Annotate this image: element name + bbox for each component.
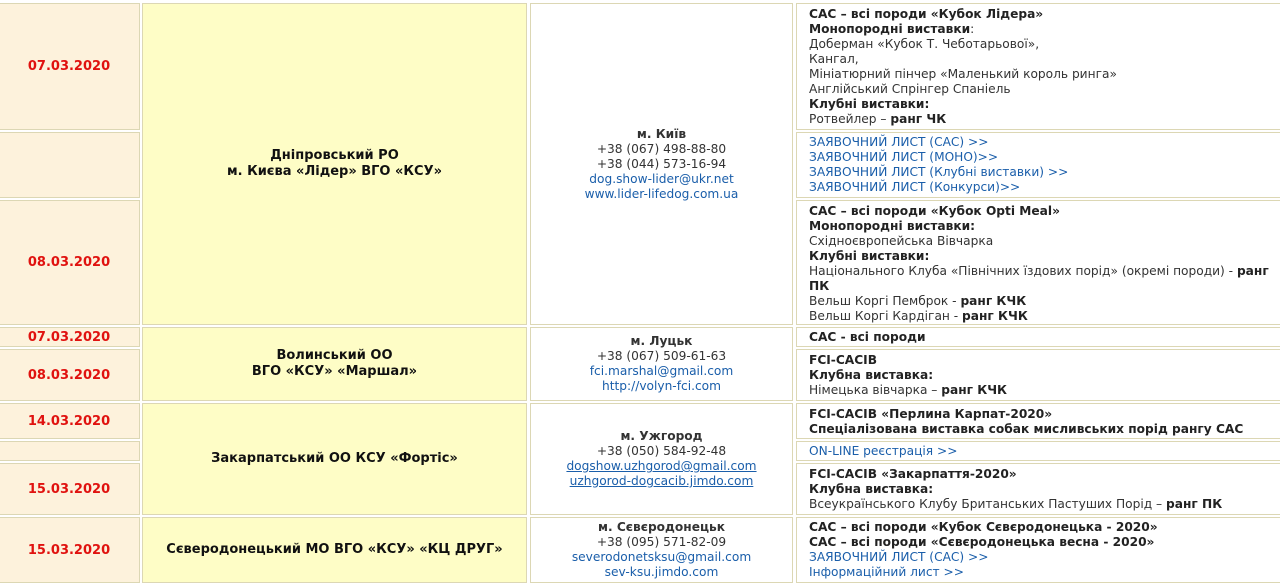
show-title: САС – всі породи «Кубок Лідера»: [809, 7, 1044, 21]
section-heading: Клубні виставки:: [809, 97, 930, 111]
show-title: САС – всі породи «Кубок Сєвєродонецька -…: [809, 520, 1158, 534]
organizer-name: Закарпатський ОО КСУ «Фортіс»: [211, 451, 458, 466]
breed-line: Мініатюрний пінчер «Маленький король рин…: [809, 67, 1117, 81]
contact-cell: м. Київ +38 (067) 498-88-80 +38 (044) 57…: [530, 3, 793, 325]
show-subtitle: Спеціалізована виставка собак мисливськи…: [809, 422, 1244, 436]
organizer-name: Дніпровський РО: [270, 148, 399, 163]
website-link[interactable]: uzhgorod-dogcacib.jimdo.com: [570, 474, 754, 489]
contact-cell: м. Луцьк +38 (067) 509-61-63 fci.marshal…: [530, 327, 793, 401]
city-name: м. Ужгород: [620, 429, 703, 443]
section-heading: Монопородні виставки:: [809, 219, 976, 233]
rank-label: ПК: [809, 279, 830, 293]
date-label: 07.03.2020: [27, 329, 111, 345]
date-label: 08.03.2020: [27, 255, 111, 270]
rank-label: ранг: [1236, 264, 1269, 278]
organizer-cell: Волинський ОО ВГО «КСУ» «Маршал»: [142, 327, 527, 401]
rank-label: ранг КЧК: [960, 294, 1027, 308]
email-link[interactable]: dogshow.uzhgorod@gmail.com: [566, 459, 756, 474]
show-info-cell: FCI-CACIB «Закарпаття-2020» Клубна виста…: [796, 463, 1280, 515]
organizer-cell: Сєверодонецький МО ВГО «КСУ» «КЦ ДРУГ»: [142, 517, 527, 583]
date-cell: 14.03.2020: [0, 403, 140, 439]
online-registration-link[interactable]: ON-LINE реєстрація >>: [809, 444, 1280, 459]
breed-text: Вельш Коргі Пемброк -: [809, 294, 961, 308]
section-heading: Клубна виставка:: [809, 368, 934, 382]
website-link[interactable]: http://volyn-fci.com: [602, 379, 721, 394]
date-cell: 08.03.2020: [0, 200, 140, 325]
city-name: м. Луцьк: [630, 334, 693, 348]
info-letter-link[interactable]: Інформаційний лист >>: [809, 565, 1280, 580]
organizer-name: ВГО «КСУ» «Маршал»: [251, 364, 418, 379]
show-info-cell: САС – всі породи «Кубок Opti Meal» Моноп…: [796, 200, 1280, 325]
application-link-mono[interactable]: ЗАЯВОЧНИЙ ЛИСТ (МОНО)>>: [809, 150, 1280, 165]
breed-line: Східноєвропейська Вівчарка: [809, 234, 994, 248]
breed-text: Всеукраїнського Клубу Британських Пастуш…: [809, 497, 1167, 511]
show-title: САС - всі породи: [809, 330, 926, 344]
application-link-cac[interactable]: ЗАЯВОЧНИЙ ЛИСТ (САС) >>: [809, 550, 1280, 565]
date-label: 08.03.2020: [27, 367, 111, 383]
website-link[interactable]: sev-ksu.jimdo.com: [605, 565, 719, 580]
show-title: САС – всі породи «Кубок Opti Meal»: [809, 204, 1060, 218]
contact-cell: м. Сєвєродонецьк +38 (095) 571-82-09 sev…: [530, 517, 793, 583]
show-info-cell: FCI-CACIB Клубна виставка: Німецька вівч…: [796, 349, 1280, 401]
website-link[interactable]: www.lider-lifedog.com.ua: [585, 187, 739, 202]
application-link-club[interactable]: ЗАЯВОЧНИЙ ЛИСТ (Клубні виставки) >>: [809, 165, 1280, 180]
rank-label: ранг ПК: [1166, 497, 1223, 511]
breed-text: Німецька вівчарка –: [809, 383, 942, 397]
date-cell: 07.03.2020: [0, 327, 140, 347]
phone-number: +38 (044) 573-16-94: [596, 156, 727, 171]
application-links-cell: ЗАЯВОЧНИЙ ЛИСТ (САС) >> ЗАЯВОЧНИЙ ЛИСТ (…: [796, 132, 1280, 198]
date-label: 15.03.2020: [27, 542, 111, 558]
section-heading: Клубна виставка:: [809, 482, 934, 496]
show-title: FCI-CACIB «Перлина Карпат-2020»: [809, 407, 1053, 421]
breed-text: Вельш Коргі Кардіган -: [809, 309, 963, 323]
email-link[interactable]: fci.marshal@gmail.com: [590, 364, 733, 379]
phone-number: +38 (050) 584-92-48: [596, 444, 727, 458]
application-link-cac[interactable]: ЗАЯВОЧНИЙ ЛИСТ (САС) >>: [809, 135, 1280, 150]
city-name: м. Сєвєродонецьк: [598, 520, 725, 534]
date-cell-empty: [0, 132, 140, 198]
show-title: САС – всі породи «Сєвєродонецька весна -…: [809, 535, 1155, 549]
phone-number: +38 (095) 571-82-09: [596, 535, 727, 549]
colon: :: [970, 22, 975, 36]
date-label: 07.03.2020: [27, 59, 111, 74]
section-heading: Монопородні виставки: [809, 22, 971, 36]
rank-label: ранг КЧК: [962, 309, 1028, 323]
show-info-cell: FCI-CACIB «Перлина Карпат-2020» Спеціалі…: [796, 403, 1280, 439]
application-link-contests[interactable]: ЗАЯВОЧНИЙ ЛИСТ (Конкурси)>>: [809, 180, 1280, 195]
organizer-cell: Закарпатський ОО КСУ «Фортіс»: [142, 403, 527, 515]
breed-line: Доберман «Кубок Т. Чеботарьової»,: [809, 37, 1040, 51]
date-cell: 15.03.2020: [0, 463, 140, 515]
phone-number: +38 (067) 509-61-63: [596, 349, 727, 363]
registration-link-cell: ON-LINE реєстрація >>: [796, 441, 1280, 461]
rank-label: ранг КЧК: [941, 383, 1008, 397]
breed-line: Кангал,: [809, 52, 859, 66]
date-cell: 07.03.2020: [0, 3, 140, 130]
date-cell: 15.03.2020: [0, 517, 140, 583]
organizer-name: Волинський ОО: [276, 348, 393, 363]
phone-number: +38 (067) 498-88-80: [596, 141, 727, 156]
rank-label: ранг ЧК: [890, 112, 947, 126]
date-label: 14.03.2020: [27, 413, 111, 429]
organizer-cell: Дніпровський РО м. Києва «Лідер» ВГО «КС…: [142, 3, 527, 325]
email-link[interactable]: dog.show-lider@ukr.net: [589, 172, 733, 187]
city-name: м. Київ: [636, 126, 687, 141]
show-info-cell: САС – всі породи «Кубок Сєвєродонецька -…: [796, 517, 1280, 583]
breed-text: Національного Клуба «Північних їздових п…: [809, 264, 1237, 278]
breed-line: Англійський Спрінгер Спаніель: [809, 82, 1011, 96]
organizer-name: м. Києва «Лідер» ВГО «КСУ»: [226, 164, 442, 179]
show-title: FCI-CACIB «Закарпаття-2020»: [809, 467, 1017, 481]
date-cell: 08.03.2020: [0, 349, 140, 401]
organizer-name: Сєверодонецький МО ВГО «КСУ» «КЦ ДРУГ»: [166, 542, 503, 557]
breed-text: Ротвейлер –: [809, 112, 891, 126]
section-heading: Клубні виставки:: [809, 249, 930, 263]
show-title: FCI-CACIB: [809, 353, 878, 367]
date-label: 15.03.2020: [27, 481, 111, 497]
show-info-cell: САС – всі породи «Кубок Лідера» Монопоро…: [796, 3, 1280, 130]
contact-cell: м. Ужгород +38 (050) 584-92-48 dogshow.u…: [530, 403, 793, 515]
show-info-cell: САС - всі породи: [796, 327, 1280, 347]
email-link[interactable]: severodonetsksu@gmail.com: [572, 550, 751, 565]
date-cell-empty: [0, 441, 140, 461]
